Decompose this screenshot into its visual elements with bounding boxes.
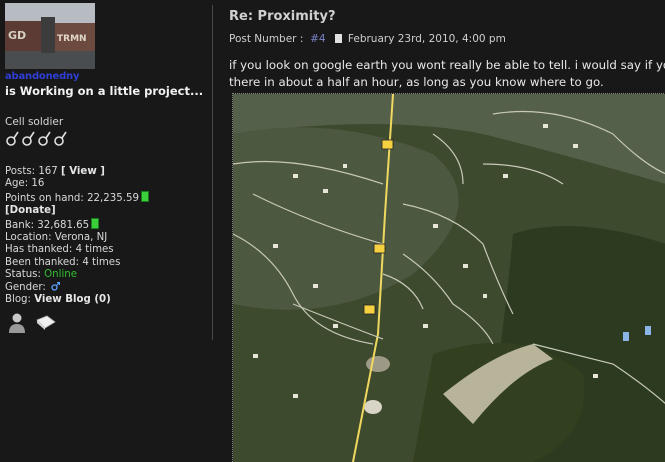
points-row: Points on hand: 22,235.59 [5,190,149,205]
svg-text:TRMN: TRMN [57,34,87,44]
svg-text:GD: GD [8,29,26,42]
status-badge: Online [44,269,78,281]
age-row: Age: 16 [5,178,45,190]
bank-row: Bank: 32,681.65 [5,217,149,232]
user-rank: Cell soldier [5,116,64,128]
gender-row: Gender: [5,281,149,294]
rank-icons [6,131,67,146]
document-icon [334,34,342,43]
user-sidebar: GD TRMN abandonedny is Working on a litt… [0,0,212,461]
donate-link[interactable]: [Donate] [5,205,56,216]
has-thanked-row: Has thanked: 4 times [5,244,114,256]
coin-icon [140,190,149,202]
user-profile-icon[interactable] [7,312,27,334]
posts-row: Posts: 167 [ View ] [5,166,105,177]
username-link[interactable]: abandonedny [5,71,80,82]
user-avatar[interactable]: GD TRMN [5,3,95,69]
status-row: Status: Online [5,269,78,281]
post-title: Re: Proximity? [229,9,336,24]
blog-row: Blog: View Blog (0) [5,294,111,306]
post-meta: Post Number : #4 February 23rd, 2010, 4:… [229,33,506,45]
private-message-icon[interactable] [35,314,57,332]
user-stats: Posts: 167 [ View ] Age: 16 Points on ha… [5,166,149,306]
post-date: February 23rd, 2010, 4:00 pm [347,33,506,45]
location-row: Location: Verona, NJ [5,232,108,244]
user-title: is Working on a little project... [5,84,204,98]
posts-count: 167 [38,166,58,177]
coin-icon [91,217,100,229]
aerial-map-image [232,93,665,462]
points-value: 22,235.59 [87,192,139,204]
post-number-link[interactable]: #4 [310,33,325,45]
been-thanked-row: Been thanked: 4 times [5,256,121,268]
post-body: if you look on google earth you wont rea… [229,58,665,89]
gender-male-icon [51,281,61,291]
view-posts-link[interactable]: [ View ] [61,166,105,177]
view-blog-link[interactable]: View Blog (0) [34,294,111,305]
